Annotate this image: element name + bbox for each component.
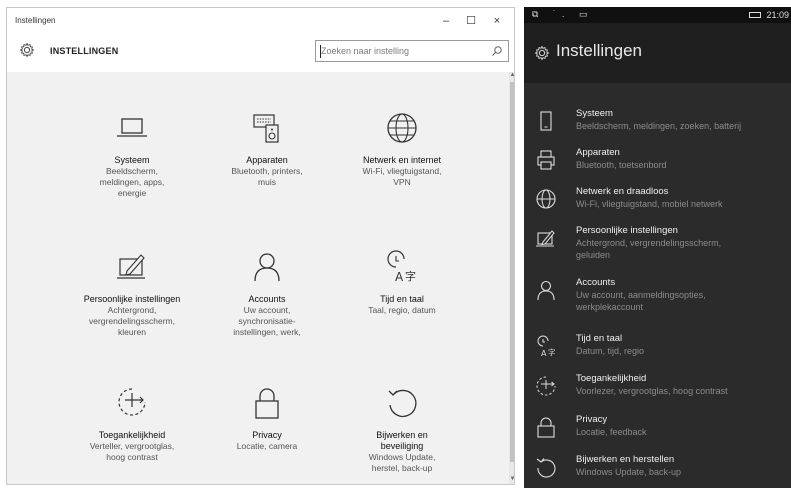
phone-item-label: Apparaten bbox=[576, 147, 620, 158]
phone-item-label: Bijwerken en herstellen bbox=[576, 454, 675, 465]
title-bar: Instellingen – ☐ × bbox=[7, 8, 514, 34]
svg-text:字: 字 bbox=[405, 269, 416, 283]
person-icon bbox=[249, 249, 285, 285]
scrollbar[interactable]: ▲ ▼ bbox=[509, 72, 514, 484]
accessibility-icon bbox=[535, 375, 557, 397]
laptop-icon bbox=[114, 110, 150, 146]
svg-text:A: A bbox=[395, 270, 404, 284]
phone-item-description: Uw account, aanmeldingsopties, werkpleka… bbox=[576, 290, 706, 312]
tile-accounts[interactable]: Accounts Uw account, synchronisatie- ins… bbox=[192, 249, 342, 338]
pen-screen-icon bbox=[114, 249, 150, 285]
tile-privacy[interactable]: Privacy Locatie, camera bbox=[192, 385, 342, 452]
phone-item-description: Datum, tijd, regio bbox=[576, 346, 645, 356]
tile-bijwerken[interactable]: Bijwerken en beveiliging Windows Update,… bbox=[327, 385, 477, 474]
keyboard-speaker-icon bbox=[249, 110, 285, 146]
phone-header: Instellingen bbox=[524, 23, 791, 83]
search-input[interactable]: Zoeken naar instelling bbox=[315, 40, 509, 62]
phone-item-description: Voorlezer, vergrootglas, hoog contrast bbox=[576, 386, 728, 396]
maximize-button[interactable]: ☐ bbox=[459, 11, 483, 31]
search-placeholder: Zoeken naar instelling bbox=[321, 46, 410, 56]
accessibility-icon bbox=[114, 385, 150, 421]
svg-text:A: A bbox=[541, 349, 547, 357]
phone-item-label: Privacy bbox=[576, 414, 608, 425]
phone-item-label: Netwerk en draadloos bbox=[576, 186, 669, 197]
desktop-settings-window: Instellingen – ☐ × INSTELLINGEN Zoeken n… bbox=[6, 7, 515, 485]
phone-item-label: Accounts bbox=[576, 277, 616, 288]
tile-label: Apparaten bbox=[246, 155, 288, 165]
tile-description: Verteller, vergrootglas, hoog contrast bbox=[89, 441, 175, 462]
tile-description: Bluetooth, printers, muis bbox=[231, 166, 303, 187]
close-button[interactable]: × bbox=[485, 11, 509, 31]
lock-icon bbox=[535, 416, 557, 438]
tile-label: Bijwerken en beveiliging bbox=[376, 430, 428, 451]
tile-description: Wi-Fi, vliegtuigstand, VPN bbox=[362, 166, 442, 187]
globe-icon bbox=[535, 188, 557, 210]
settings-header: INSTELLINGEN Zoeken naar instelling bbox=[7, 34, 514, 72]
printer-icon bbox=[535, 149, 557, 171]
phone-item-description: Achtergrond, vergrendelingsscherm, gelui… bbox=[576, 238, 722, 260]
battery-icon bbox=[749, 12, 761, 18]
tile-label: Persoonlijke instellingen bbox=[83, 294, 181, 304]
status-icons: ⧉ ˙. ▭ bbox=[532, 9, 594, 19]
phone-item-description: Windows Update, back-up bbox=[576, 467, 682, 477]
phone-item-description: Bluetooth, toetsenbord bbox=[576, 160, 667, 170]
status-bar: ⧉ ˙. ▭ 21:09 bbox=[524, 7, 791, 23]
refresh-icon bbox=[535, 456, 557, 478]
phone-page-title: Instellingen bbox=[556, 41, 643, 60]
tile-label: Privacy bbox=[252, 430, 282, 440]
scroll-down-icon[interactable]: ▼ bbox=[509, 476, 514, 484]
tile-description: Uw account, synchronisatie- instellingen… bbox=[233, 305, 301, 337]
tile-systeem[interactable]: Systeem Beeldscherm, meldingen, apps, en… bbox=[57, 110, 207, 199]
globe-icon bbox=[384, 110, 420, 146]
phone-device-icon bbox=[535, 110, 557, 132]
tile-description: Windows Update, herstel, back-up bbox=[368, 452, 436, 473]
tile-description: Locatie, camera bbox=[236, 441, 298, 451]
tile-label: Toegankelijkheid bbox=[98, 430, 166, 440]
person-icon bbox=[535, 279, 557, 301]
tile-description: Taal, regio, datum bbox=[368, 305, 436, 315]
tile-label: Tijd en taal bbox=[380, 294, 424, 304]
tile-description: Beeldscherm, meldingen, apps, energie bbox=[99, 166, 165, 198]
gear-icon bbox=[19, 42, 35, 58]
svg-text:字: 字 bbox=[548, 347, 556, 357]
phone-item-label: Tijd en taal bbox=[576, 333, 623, 344]
gear-icon bbox=[534, 45, 550, 61]
tile-persoonlijk[interactable]: Persoonlijke instellingen Achtergrond, v… bbox=[57, 249, 207, 338]
tile-label: Accounts bbox=[248, 294, 286, 304]
time-language-icon: A字 bbox=[384, 249, 420, 285]
window-title: Instellingen bbox=[15, 16, 56, 25]
lock-icon bbox=[249, 385, 285, 421]
scrollbar-thumb[interactable] bbox=[510, 82, 514, 462]
time-language-icon: A字 bbox=[535, 335, 557, 357]
phone-item-description: Wi-Fi, vliegtuigstand, mobiel netwerk bbox=[576, 199, 723, 209]
phone-item-label: Systeem bbox=[576, 108, 613, 119]
tile-label: Systeem bbox=[114, 155, 150, 165]
phone-settings-screen: ⧉ ˙. ▭ 21:09 Instellingen Systeem Beelds… bbox=[524, 7, 791, 488]
phone-item-label: Persoonlijke instellingen bbox=[576, 225, 678, 236]
phone-item-description: Beeldscherm, meldingen, zoeken, batterij bbox=[576, 121, 742, 131]
tile-label: Netwerk en internet bbox=[362, 155, 442, 165]
tile-description: Achtergrond, vergrendelingsscherm, kleur… bbox=[89, 305, 175, 337]
scroll-up-icon[interactable]: ▲ bbox=[509, 72, 514, 80]
search-icon[interactable] bbox=[491, 45, 503, 57]
phone-item-description: Locatie, feedback bbox=[576, 427, 647, 437]
tile-netwerk[interactable]: Netwerk en internet Wi-Fi, vliegtuigstan… bbox=[327, 110, 477, 188]
status-time: 21:09 bbox=[766, 10, 789, 20]
refresh-icon bbox=[384, 385, 420, 421]
tile-toegankelijkheid[interactable]: Toegankelijkheid Verteller, vergrootglas… bbox=[57, 385, 207, 463]
phone-item-label: Toegankelijkheid bbox=[576, 373, 647, 384]
minimize-button[interactable]: – bbox=[434, 11, 458, 31]
page-title: INSTELLINGEN bbox=[50, 46, 119, 56]
pen-screen-icon bbox=[535, 227, 557, 249]
tile-apparaten[interactable]: Apparaten Bluetooth, printers, muis bbox=[192, 110, 342, 188]
tile-tijd-taal[interactable]: A字 Tijd en taal Taal, regio, datum bbox=[327, 249, 477, 316]
